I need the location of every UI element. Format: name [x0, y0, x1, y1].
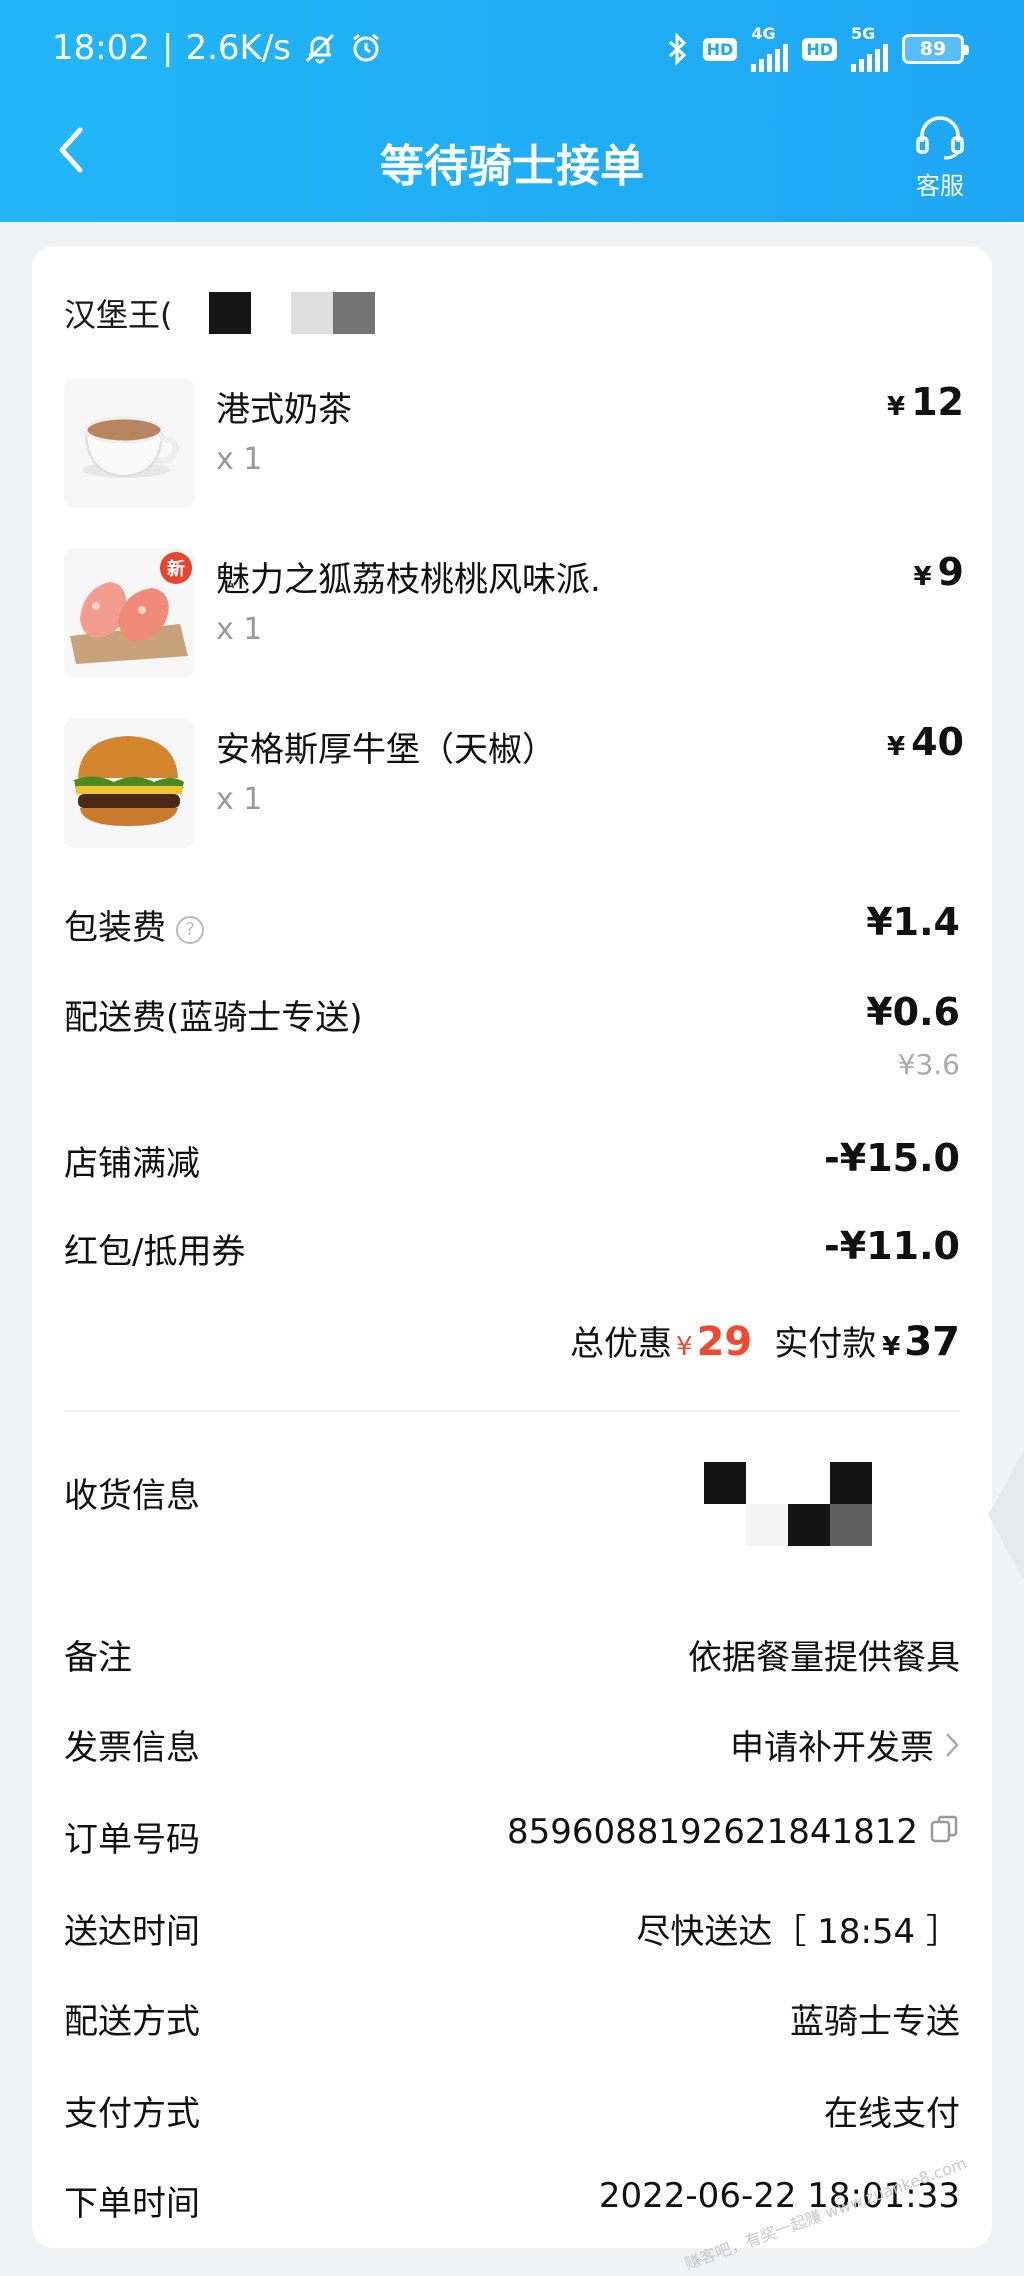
item-price-value: 9	[937, 550, 964, 594]
packaging-fee-label-wrap: 包装费?	[64, 900, 204, 949]
section-divider	[64, 1410, 960, 1412]
remark-value: 依据餐量提供餐具	[688, 1638, 960, 1678]
invoice-label: 发票信息	[64, 1728, 200, 1768]
item-price-currency: ¥	[887, 732, 906, 762]
payment-summary: 总优惠 ¥29 实付款 ¥37	[64, 1316, 960, 1372]
page-title: 等待骑士接单	[380, 141, 644, 192]
customer-service-button[interactable]: 客服	[900, 114, 980, 201]
status-net-speed: 2.6K/s	[185, 28, 291, 68]
item-name: 安格斯厚牛堡（天椒）	[216, 730, 556, 770]
network-type-2: 5G	[851, 24, 876, 43]
order-item[interactable]: 港式奶茶 x 1 ¥12	[64, 378, 964, 508]
order-time-label: 下单时间	[64, 2184, 200, 2224]
invoice-action[interactable]: 申请补开发票	[730, 1720, 960, 1769]
invoice-value: 申请补开发票	[730, 1728, 934, 1768]
paid-amount-label: 实付款	[774, 1324, 877, 1364]
payment-method-label: 支付方式	[64, 2094, 200, 2134]
delivery-time-label: 送达时间	[64, 1912, 200, 1952]
order-item[interactable]: 安格斯厚牛堡（天椒） x 1 ¥40	[64, 718, 964, 848]
product-image-angus-burger	[64, 718, 194, 848]
paid-amount-currency: ¥	[882, 1332, 901, 1362]
delivery-fee-row: 配送费(蓝骑士专送) ¥0.6 ¥3.6	[64, 990, 960, 1090]
packaging-fee-value: ¥1.4	[866, 900, 960, 944]
product-image-milk-tea	[64, 378, 194, 508]
alarm-clock-icon	[349, 31, 383, 65]
status-bar: 18:02 | 2.6K/s HD 4G HD 5G 89	[0, 0, 1024, 100]
copy-icon[interactable]	[928, 1813, 960, 1854]
network-type-1: 4G	[751, 24, 776, 43]
item-name: 魅力之狐荔枝桃桃风味派.	[216, 560, 601, 600]
coupon-row: 红包/抵用券 -¥11.0	[64, 1224, 960, 1274]
item-quantity: x 1	[216, 782, 263, 817]
product-image-lychee-pie: 新	[64, 548, 194, 678]
new-badge: 新	[160, 552, 192, 584]
delivery-time-value: 尽快送达［ 18:54 ］	[636, 1912, 960, 1952]
battery-level: 89	[919, 38, 947, 60]
packaging-fee-row: 包装费? ¥1.4	[64, 900, 960, 950]
delivery-method-value: 蓝骑士专送	[790, 2002, 960, 2042]
delivery-fee-label: 配送费(蓝骑士专送)	[64, 998, 363, 1038]
coupon-label: 红包/抵用券	[64, 1232, 246, 1272]
total-discount-currency: ¥	[676, 1332, 693, 1362]
item-price-value: 40	[911, 720, 964, 764]
total-discount-label: 总优惠	[570, 1324, 673, 1364]
summary-line: 总优惠 ¥29 实付款 ¥37	[570, 1316, 960, 1365]
nav-bar: 等待骑士接单 客服	[0, 100, 1024, 220]
delivery-time-row: 送达时间 尽快送达［ 18:54 ］	[64, 1904, 960, 1954]
status-separator: |	[161, 28, 174, 68]
order-number-group: 8596088192621841812	[507, 1812, 960, 1854]
remark-row: 备注 依据餐量提供餐具	[64, 1630, 960, 1680]
total-discount-value: 29	[696, 1319, 753, 1365]
store-discount-value: -¥15.0	[824, 1136, 960, 1180]
store-discount-row: 店铺满减 -¥15.0	[64, 1136, 960, 1186]
pixelated-address	[704, 1462, 874, 1548]
mute-bell-icon	[303, 31, 337, 65]
item-price: ¥12	[887, 380, 964, 424]
order-number-value: 8596088192621841812	[506, 1812, 918, 1852]
receiver-info-label: 收货信息	[64, 1476, 200, 1516]
hd-badge-2: HD	[802, 37, 837, 61]
headset-icon	[916, 116, 964, 160]
order-card: 汉堡王( 港式奶茶 x 1 ¥12 新 魅力之狐荔枝桃桃风味派. x 1 ¥ 9…	[32, 246, 992, 2248]
store-header[interactable]: 汉堡王(	[64, 290, 375, 336]
payment-method-value: 在线支付	[824, 2094, 960, 2134]
item-name: 港式奶茶	[216, 390, 352, 430]
order-number-row: 订单号码 8596088192621841812	[64, 1812, 960, 1862]
battery-icon: 89	[902, 34, 969, 64]
item-price: ¥40	[887, 720, 964, 764]
item-quantity: x 1	[216, 442, 263, 477]
delivery-fee-value: ¥0.6	[866, 990, 960, 1034]
help-icon[interactable]: ?	[176, 915, 204, 944]
paid-amount-value: 37	[904, 1319, 960, 1365]
delivery-fee-original: ¥3.6	[897, 1048, 960, 1081]
item-price-currency: ¥	[887, 392, 906, 422]
order-item[interactable]: 新 魅力之狐荔枝桃桃风味派. x 1 ¥9	[64, 548, 964, 678]
remark-label: 备注	[64, 1638, 132, 1678]
hd-badge-1: HD	[702, 37, 738, 61]
item-price-value: 12	[911, 380, 964, 424]
receiver-info-row: 收货信息	[64, 1462, 960, 1608]
delivery-method-row: 配送方式 蓝骑士专送	[64, 1994, 960, 2044]
pixelated-store-name	[208, 292, 375, 334]
signal-bars-1-icon	[751, 42, 789, 72]
packaging-fee-label: 包装费	[64, 908, 166, 948]
chevron-right-icon	[944, 1728, 960, 1768]
item-quantity: x 1	[216, 612, 263, 647]
payment-method-row: 支付方式 在线支付	[64, 2086, 960, 2136]
store-name: 汉堡王(	[64, 296, 173, 334]
delivery-method-label: 配送方式	[64, 2002, 200, 2042]
store-discount-label: 店铺满减	[64, 1144, 200, 1184]
item-price-currency: ¥	[913, 562, 932, 592]
item-price: ¥9	[913, 550, 964, 594]
coupon-value: -¥11.0	[824, 1224, 960, 1268]
order-number-label: 订单号码	[64, 1820, 200, 1860]
invoice-row[interactable]: 发票信息 申请补开发票	[64, 1720, 960, 1770]
side-pull-tab[interactable]	[988, 1450, 1024, 1580]
customer-service-label: 客服	[916, 172, 964, 200]
signal-bars-2-icon	[851, 42, 888, 72]
status-time: 18:02	[52, 28, 150, 68]
bluetooth-icon	[667, 32, 689, 66]
